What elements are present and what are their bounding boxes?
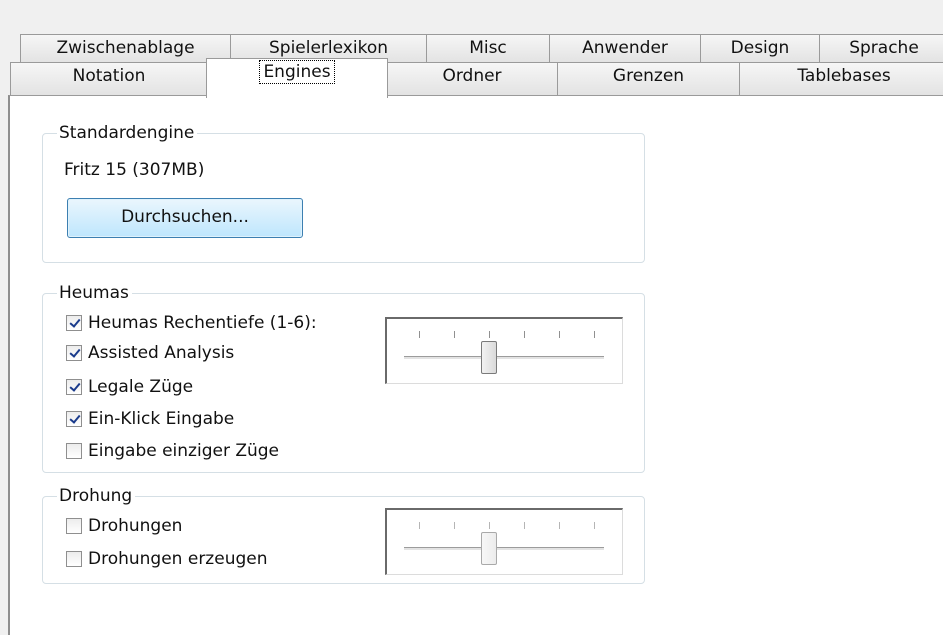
drohung-legend: Drohung xyxy=(57,486,136,506)
one-click-input-checkbox[interactable]: Ein-Klick Eingabe xyxy=(66,409,234,429)
checkbox-label: Eingabe einziger Züge xyxy=(88,441,280,461)
heumas-depth-checkbox[interactable]: Heumas Rechentiefe (1-6): xyxy=(66,313,317,333)
slider-tick xyxy=(489,522,490,529)
slider-tick xyxy=(524,522,525,529)
checkbox-label: Heumas Rechentiefe (1-6): xyxy=(88,313,317,333)
tab-misc[interactable]: Misc xyxy=(426,34,550,63)
tab-anwender[interactable]: Anwender xyxy=(549,34,701,63)
legal-moves-checkbox[interactable]: Legale Züge xyxy=(66,377,193,397)
slider-tick xyxy=(594,331,595,338)
heumas-depth-slider[interactable] xyxy=(385,317,623,384)
checkbox-box[interactable] xyxy=(66,551,82,567)
standardengine-legend: Standardengine xyxy=(57,123,198,143)
tab-notation[interactable]: Notation xyxy=(10,62,208,96)
tab-grenzen[interactable]: Grenzen xyxy=(557,62,740,96)
tab-sprache[interactable]: Sprache xyxy=(819,34,943,63)
tab-design[interactable]: Design xyxy=(700,34,820,63)
slider-tick xyxy=(524,331,525,338)
browse-button[interactable]: Durchsuchen... xyxy=(67,198,303,238)
checkbox-label: Drohungen erzeugen xyxy=(88,549,268,569)
tab-zwischenablage[interactable]: Zwischenablage xyxy=(20,34,231,63)
generate-threats-checkbox[interactable]: Drohungen erzeugen xyxy=(66,549,268,569)
slider-thumb[interactable] xyxy=(481,532,497,565)
checkbox-box[interactable] xyxy=(66,345,82,361)
slider-tick xyxy=(419,331,420,338)
checkbox-box[interactable] xyxy=(66,379,82,395)
slider-thumb[interactable] xyxy=(481,341,497,374)
tab-ordner[interactable]: Ordner xyxy=(386,62,558,96)
tab-engines-label: Engines xyxy=(259,60,335,84)
single-move-input-checkbox[interactable]: Eingabe einziger Züge xyxy=(66,441,279,461)
slider-tick xyxy=(559,331,560,338)
slider-track xyxy=(404,547,604,551)
checkbox-label: Assisted Analysis xyxy=(88,343,235,363)
slider-track xyxy=(404,356,604,360)
checkbox-label: Drohungen xyxy=(88,516,183,536)
slider-tick xyxy=(489,331,490,338)
tab-engines[interactable]: Engines xyxy=(206,58,388,98)
slider-tick xyxy=(419,522,420,529)
checkbox-box[interactable] xyxy=(66,411,82,427)
checkbox-box[interactable] xyxy=(66,315,82,331)
slider-tick xyxy=(594,522,595,529)
checkbox-label: Legale Züge xyxy=(88,377,194,397)
checkbox-box[interactable] xyxy=(66,518,82,534)
heumas-legend: Heumas xyxy=(57,283,132,303)
checkbox-label: Ein-Klick Eingabe xyxy=(88,409,235,429)
checkbox-box[interactable] xyxy=(66,443,82,459)
slider-tick xyxy=(454,522,455,529)
threats-checkbox[interactable]: Drohungen xyxy=(66,516,182,536)
slider-tick xyxy=(454,331,455,338)
standard-engine-name: Fritz 15 (307MB) xyxy=(64,160,205,180)
assisted-analysis-checkbox[interactable]: Assisted Analysis xyxy=(66,343,234,363)
tab-tablebases[interactable]: Tablebases xyxy=(739,62,943,96)
threat-slider[interactable] xyxy=(385,508,623,575)
slider-tick xyxy=(559,522,560,529)
